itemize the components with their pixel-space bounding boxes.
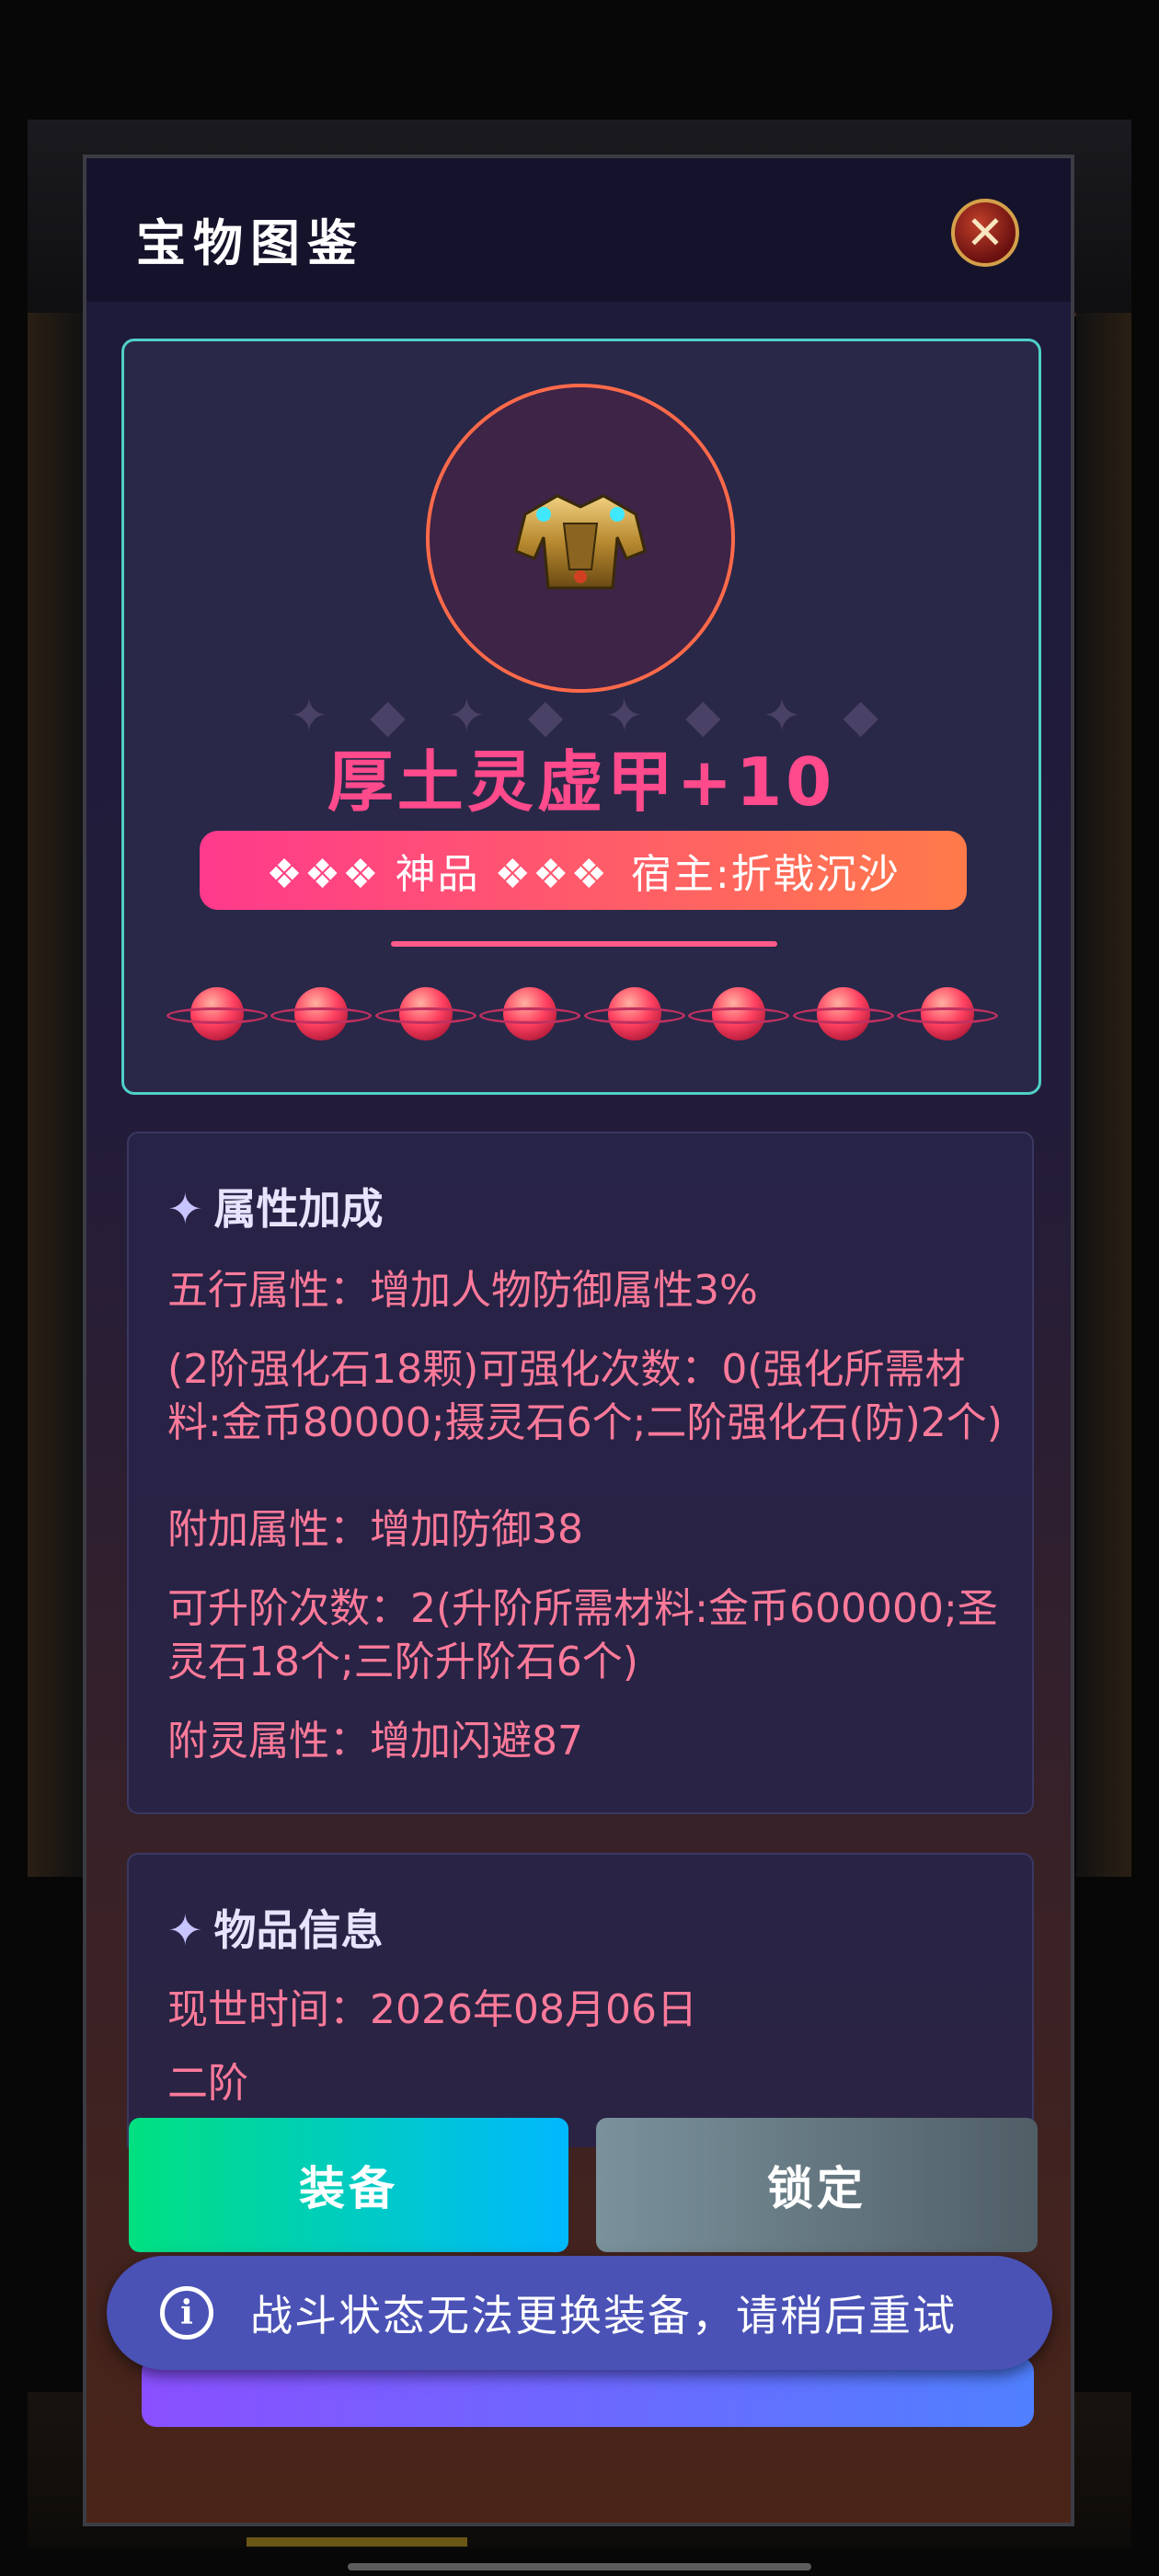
- toast-message: 战斗状态无法更换装备，请稍后重试: [250, 2291, 957, 2340]
- home-indicator[interactable]: [348, 2563, 811, 2570]
- owner-label: 宿主:折戟沉沙: [630, 851, 901, 898]
- attribute-line-upgrade: 可升阶次数：2(升阶所需材料:金币600000;圣灵石18个;三阶升阶石6个): [167, 1585, 998, 1685]
- close-icon: ✕: [966, 206, 1004, 259]
- sparkle-icon: ✦: [167, 1905, 203, 1955]
- star-orb-icon: [374, 976, 476, 1050]
- item-info-appear-time: 现世时间：2026年08月06日: [167, 1986, 697, 2033]
- dialog-title: 宝物图鉴: [136, 214, 364, 272]
- info-icon: i: [160, 2286, 213, 2340]
- grade-label: ❖❖❖ 神品 ❖❖❖: [266, 851, 609, 898]
- equip-button[interactable]: 装备: [129, 2118, 568, 2252]
- item-name: 厚土灵虚甲+10: [327, 743, 836, 821]
- star-orb-icon: [792, 976, 894, 1050]
- sparkle-icon: ✦: [167, 1184, 203, 1234]
- toast-notification: i 战斗状态无法更换装备，请稍后重试: [107, 2256, 1052, 2370]
- star-orb-icon: [583, 976, 685, 1050]
- attribute-line-additional: 附加属性：增加防御38: [167, 1506, 583, 1553]
- item-info-tier: 二阶: [167, 2060, 248, 2107]
- star-orb-icon: [896, 976, 998, 1050]
- attribute-line-enhance: (2阶强化石18颗)可强化次数：0(强化所需材料:金币80000;摄灵石6个;二…: [167, 1346, 1003, 1446]
- background-left-strip: [28, 313, 83, 1877]
- star-orb-icon: [479, 976, 581, 1050]
- item-info-title: ✦ 物品信息: [167, 1905, 384, 1955]
- star-orb-icon: [270, 976, 373, 1050]
- enhancement-stars: [166, 976, 998, 1050]
- star-orb-icon: [166, 976, 268, 1050]
- treasure-catalog-dialog: 宝物图鉴 ✕ ✦ ◆ ✦ ◆ ✦ ◆ ✦ ◆ 厚土灵虚甲+10 ❖❖❖ 神品 ❖…: [83, 155, 1074, 2526]
- item-info-panel: ✦ 物品信息 现世时间：2026年08月06日 二阶: [127, 1853, 1034, 2147]
- grade-badge: ❖❖❖ 神品 ❖❖❖ 宿主:折戟沉沙: [200, 831, 967, 910]
- attribute-line-five-elements: 五行属性：增加人物防御属性3%: [167, 1267, 758, 1314]
- item-icon-frame: [426, 384, 735, 693]
- background-tab-indicator: [247, 2537, 467, 2547]
- attributes-panel: ✦ 属性加成 五行属性：增加人物防御属性3% (2阶强化石18颗)可强化次数：0(…: [127, 1132, 1034, 1814]
- attributes-title: ✦ 属性加成: [167, 1184, 384, 1234]
- divider-line: [391, 941, 777, 947]
- lock-button[interactable]: 锁定: [596, 2118, 1038, 2252]
- item-card: ✦ ◆ ✦ ◆ ✦ ◆ ✦ ◆ 厚土灵虚甲+10 ❖❖❖ 神品 ❖❖❖ 宿主:折…: [121, 339, 1041, 1095]
- dialog-header: 宝物图鉴 ✕: [86, 158, 1071, 302]
- armor-icon: [514, 494, 647, 590]
- close-button[interactable]: ✕: [951, 199, 1019, 267]
- star-orb-icon: [688, 976, 790, 1050]
- background-right-strip: [1076, 313, 1131, 1877]
- attribute-line-spirit: 附灵属性：增加闪避87: [167, 1718, 583, 1765]
